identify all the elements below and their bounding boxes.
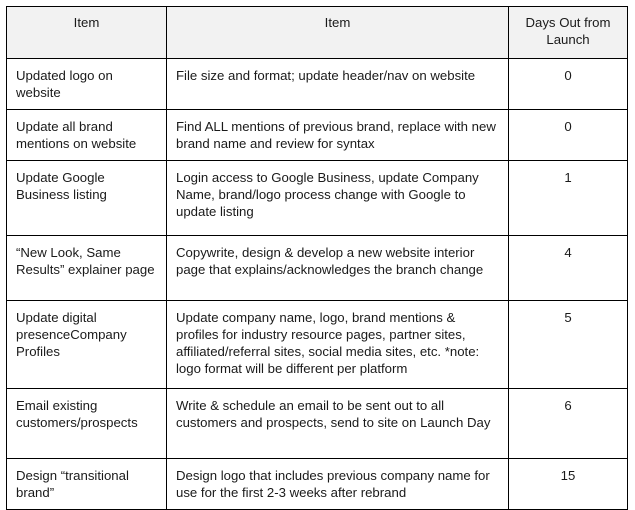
cell-days-out: 4 xyxy=(508,235,628,301)
column-header-description: Item xyxy=(166,6,509,59)
rebrand-checklist-table-container: Item Item Days Out from Launch Updated l… xyxy=(6,6,628,510)
cell-description: Update company name, logo, brand mention… xyxy=(166,300,509,389)
table-header-row: Item Item Days Out from Launch xyxy=(6,6,628,59)
table-row: Update all brand mentions on website Fin… xyxy=(6,109,628,161)
cell-description: Login access to Google Business, update … xyxy=(166,160,509,236)
cell-description: Find ALL mentions of previous brand, rep… xyxy=(166,109,509,161)
cell-days-out: 5 xyxy=(508,300,628,389)
cell-days-out: 0 xyxy=(508,58,628,110)
cell-description: Copywrite, design & develop a new websit… xyxy=(166,235,509,301)
cell-item: Email existing customers/prospects xyxy=(6,388,167,459)
table-row: Update digital presenceCompany Profiles … xyxy=(6,300,628,389)
table-header: Item Item Days Out from Launch xyxy=(6,6,628,59)
column-header-item: Item xyxy=(6,6,167,59)
table-row: Email existing customers/prospects Write… xyxy=(6,388,628,459)
table-row: Updated logo on website File size and fo… xyxy=(6,58,628,110)
cell-item: “New Look, Same Results” explainer page xyxy=(6,235,167,301)
cell-description: Write & schedule an email to be sent out… xyxy=(166,388,509,459)
cell-item: Update digital presenceCompany Profiles xyxy=(6,300,167,389)
cell-days-out: 15 xyxy=(508,458,628,510)
table-body: Updated logo on website File size and fo… xyxy=(6,58,628,510)
cell-days-out: 1 xyxy=(508,160,628,236)
cell-item: Update all brand mentions on website xyxy=(6,109,167,161)
cell-days-out: 6 xyxy=(508,388,628,459)
table-row: Design “transitional brand” Design logo … xyxy=(6,458,628,510)
table-row: “New Look, Same Results” explainer page … xyxy=(6,235,628,301)
cell-item: Updated logo on website xyxy=(6,58,167,110)
table-row: Update Google Business listing Login acc… xyxy=(6,160,628,236)
cell-description: File size and format; update header/nav … xyxy=(166,58,509,110)
rebrand-checklist-table: Item Item Days Out from Launch Updated l… xyxy=(6,6,628,510)
cell-description: Design logo that includes previous compa… xyxy=(166,458,509,510)
cell-days-out: 0 xyxy=(508,109,628,161)
column-header-days-out: Days Out from Launch xyxy=(508,6,628,59)
cell-item: Design “transitional brand” xyxy=(6,458,167,510)
cell-item: Update Google Business listing xyxy=(6,160,167,236)
